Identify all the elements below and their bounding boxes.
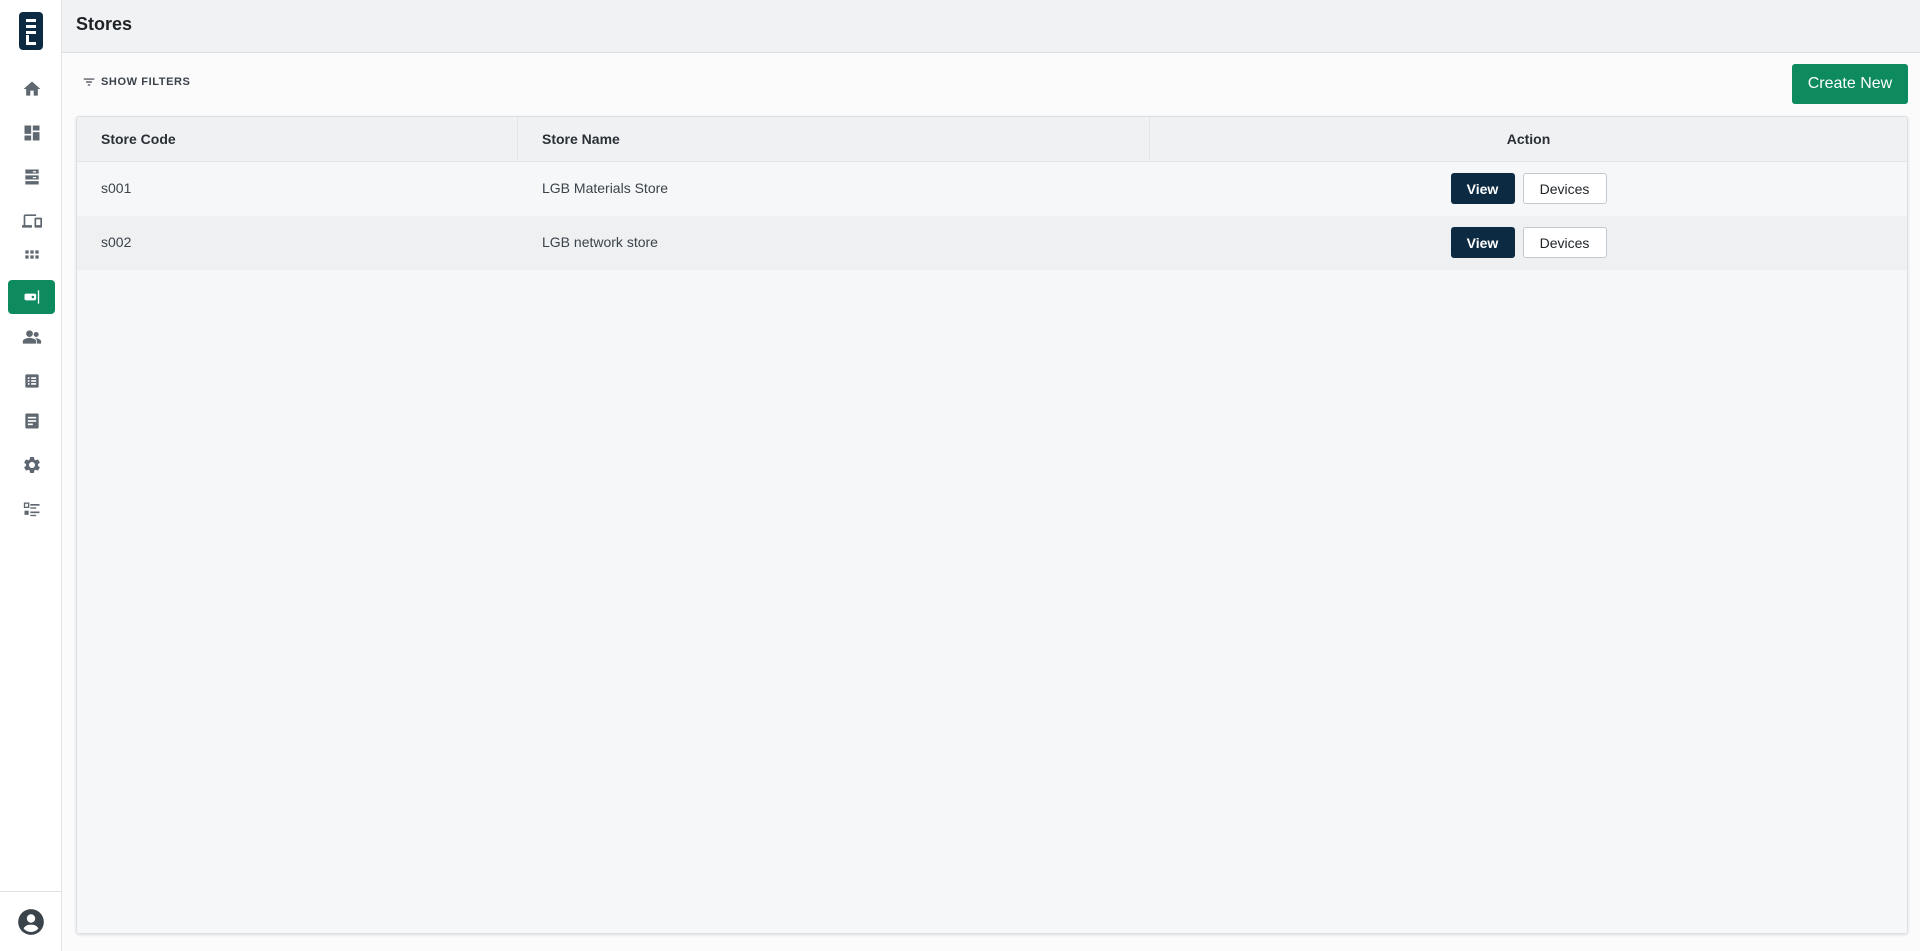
filter-icon bbox=[83, 78, 95, 86]
stores-table: Store Code Store Name Action s001 LGB Ma… bbox=[76, 116, 1908, 934]
cell-store-name: LGB Materials Store bbox=[518, 162, 1150, 216]
store-name-text: LGB network store bbox=[542, 234, 658, 250]
cell-store-name: LGB network store bbox=[518, 216, 1150, 270]
store-code-text: s001 bbox=[101, 180, 132, 196]
sidebar-item-storage[interactable] bbox=[8, 160, 55, 194]
store-code-text: s002 bbox=[101, 234, 132, 250]
column-label: Store Code bbox=[101, 131, 176, 147]
dashboard-icon bbox=[24, 125, 39, 141]
devices-button[interactable]: Devices bbox=[1522, 227, 1607, 258]
sidebar-item-apps[interactable] bbox=[8, 240, 55, 274]
table-row: s001 LGB Materials Store View Devices bbox=[77, 162, 1907, 216]
header-bar: Stores bbox=[62, 0, 1920, 53]
cell-store-code: s002 bbox=[77, 216, 518, 270]
devices-button[interactable]: Devices bbox=[1522, 173, 1607, 204]
view-button[interactable]: View bbox=[1450, 227, 1515, 258]
sidebar-item-checklist[interactable] bbox=[8, 492, 55, 526]
cell-actions: View Devices bbox=[1150, 216, 1907, 270]
view-button[interactable]: View bbox=[1450, 173, 1515, 204]
page-title: Stores bbox=[76, 14, 133, 34]
column-header-store-name[interactable]: Store Name bbox=[518, 117, 1150, 161]
main-content: SHOW FILTERS Create New Store Code Store… bbox=[62, 53, 1920, 951]
sidebar-item-stores[interactable] bbox=[8, 280, 55, 314]
home-icon bbox=[23, 81, 40, 96]
apps-grid-icon bbox=[24, 250, 39, 259]
sidebar-item-list[interactable] bbox=[8, 364, 55, 398]
sidebar bbox=[0, 0, 62, 951]
sidebar-footer bbox=[0, 891, 62, 951]
sidebar-item-users[interactable] bbox=[8, 320, 55, 354]
show-filters-button[interactable]: SHOW FILTERS bbox=[82, 75, 191, 89]
document-icon bbox=[24, 413, 39, 429]
show-filters-label: SHOW FILTERS bbox=[101, 76, 191, 88]
sidebar-item-settings[interactable] bbox=[8, 448, 55, 482]
cell-store-code: s001 bbox=[77, 162, 518, 216]
checklist-icon bbox=[23, 502, 39, 517]
users-icon bbox=[22, 330, 41, 344]
list-icon bbox=[24, 374, 39, 388]
sidebar-item-home[interactable] bbox=[8, 72, 55, 106]
store-tag-icon bbox=[24, 290, 39, 304]
table-header: Store Code Store Name Action bbox=[77, 117, 1907, 162]
sidebar-item-documents[interactable] bbox=[8, 404, 55, 438]
account-icon[interactable] bbox=[17, 908, 45, 936]
sidebar-item-dashboard[interactable] bbox=[8, 116, 55, 150]
settings-icon bbox=[23, 456, 40, 473]
create-new-button[interactable]: Create New bbox=[1792, 64, 1908, 104]
column-header-action: Action bbox=[1150, 117, 1907, 161]
app-logo[interactable] bbox=[19, 12, 43, 50]
sidebar-item-devices[interactable] bbox=[8, 204, 55, 238]
cell-actions: View Devices bbox=[1150, 162, 1907, 216]
store-name-text: LGB Materials Store bbox=[542, 180, 669, 196]
column-label: Action bbox=[1506, 131, 1551, 147]
column-header-store-code[interactable]: Store Code bbox=[77, 117, 518, 161]
storage-icon bbox=[24, 169, 39, 185]
column-label: Store Name bbox=[542, 131, 620, 147]
devices-icon bbox=[21, 214, 42, 228]
table-row: s002 LGB network store View Devices bbox=[77, 216, 1907, 270]
